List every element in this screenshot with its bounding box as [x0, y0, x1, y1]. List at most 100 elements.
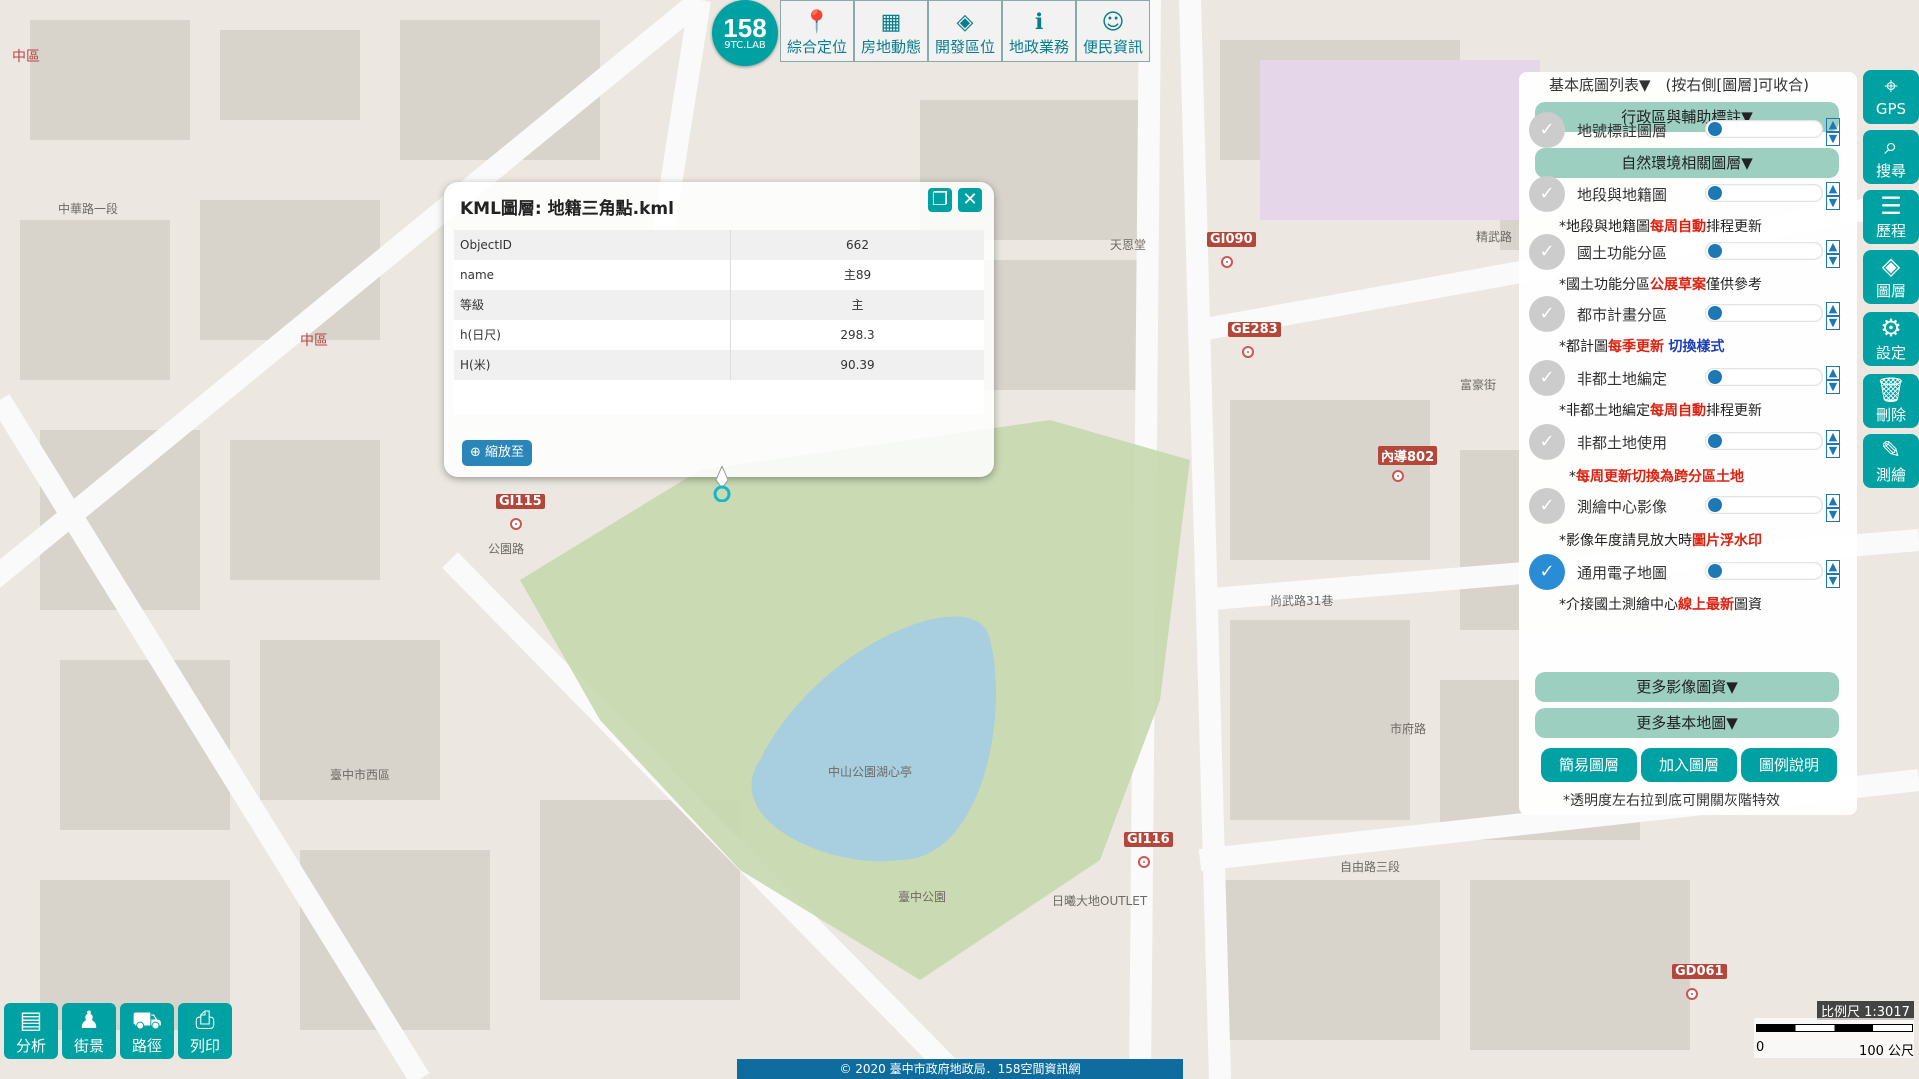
move-down-icon[interactable]: ▼ [1826, 196, 1840, 210]
slider-knob[interactable] [1708, 564, 1722, 578]
maximize-icon[interactable]: ❐ [928, 188, 952, 212]
move-up-icon[interactable]: ▲ [1826, 494, 1840, 508]
map-label: 中山公園湖心亭 [828, 765, 913, 779]
location-pin-icon[interactable] [712, 466, 732, 502]
control-point-icon[interactable] [1221, 256, 1233, 268]
section-more-base[interactable]: 更多基本地圖▼ [1535, 708, 1839, 738]
move-down-icon[interactable]: ▼ [1826, 444, 1840, 458]
order-arrows[interactable]: ▲▼ [1826, 302, 1849, 330]
order-arrows[interactable]: ▲▼ [1826, 182, 1849, 210]
logo[interactable]: 158 9TC.LAB [712, 0, 778, 66]
control-point-label[interactable]: GI116 [1124, 832, 1173, 847]
zoom-to-button[interactable]: ⊕ 縮放至 [462, 440, 533, 466]
slider-knob[interactable] [1708, 370, 1722, 384]
settings-button[interactable]: ⚙ 設定 [1863, 312, 1919, 366]
scale-bar: 0 100 公尺 [1754, 1018, 1914, 1059]
layer-checkbox[interactable]: ✓ [1529, 112, 1565, 148]
section-more-imagery[interactable]: 更多影像圖資▼ [1535, 672, 1839, 702]
order-arrows[interactable]: ▲▼ [1826, 560, 1849, 588]
delete-button[interactable]: 🗑 刪除 [1863, 374, 1919, 428]
layer-checkbox[interactable]: ✓ [1529, 554, 1565, 590]
opacity-slider[interactable] [1705, 368, 1823, 386]
move-up-icon[interactable]: ▲ [1826, 240, 1840, 254]
move-up-icon[interactable]: ▲ [1826, 302, 1840, 316]
move-up-icon[interactable]: ▲ [1826, 430, 1840, 444]
move-down-icon[interactable]: ▼ [1826, 380, 1840, 394]
slider-knob[interactable] [1708, 306, 1722, 320]
move-down-icon[interactable]: ▼ [1826, 508, 1840, 522]
layer-checkbox[interactable]: ✓ [1529, 360, 1565, 396]
move-down-icon[interactable]: ▼ [1826, 132, 1840, 146]
attr-value: 90.39 [840, 358, 875, 372]
opacity-slider[interactable] [1705, 432, 1823, 450]
layer-checkbox[interactable]: ✓ [1529, 488, 1565, 524]
slider-knob[interactable] [1708, 498, 1722, 512]
street-view-button[interactable]: ♟ 街景 [62, 1003, 116, 1059]
close-icon[interactable]: ✕ [958, 188, 982, 212]
order-arrows[interactable]: ▲▼ [1826, 366, 1849, 394]
control-point-label[interactable]: GI090 [1207, 232, 1256, 247]
layer-checkbox[interactable]: ✓ [1529, 176, 1565, 212]
control-point-label[interactable]: GI115 [496, 494, 545, 509]
move-up-icon[interactable]: ▲ [1826, 366, 1840, 380]
logo-subtitle: 9TC.LAB [724, 40, 766, 51]
order-arrows[interactable]: ▲▼ [1826, 430, 1849, 458]
move-down-icon[interactable]: ▼ [1826, 316, 1840, 330]
add-layer-button[interactable]: 加入圖層 [1641, 748, 1737, 782]
control-point-label[interactable]: GE283 [1228, 322, 1281, 337]
slider-knob[interactable] [1708, 122, 1722, 136]
note-highlight: 每周自動 [1650, 403, 1706, 419]
control-point-icon[interactable] [510, 518, 522, 530]
table-row: h(日尺) 298.3 [454, 320, 984, 350]
section-nature[interactable]: 自然環境相關圖層▼ [1535, 148, 1839, 178]
print-button[interactable]: ⎙ 列印 [178, 1003, 232, 1059]
real-estate-button[interactable]: ▦ 房地動態 [854, 0, 928, 62]
analysis-button[interactable]: ▤ 分析 [4, 1003, 58, 1059]
layer-checkbox[interactable]: ✓ [1529, 234, 1565, 270]
control-point-icon[interactable] [1686, 988, 1698, 1000]
note-highlight: 線上最新 [1678, 597, 1734, 613]
route-button[interactable]: ⛟ 路徑 [120, 1003, 174, 1059]
opacity-slider[interactable] [1705, 184, 1823, 202]
gps-button[interactable]: ⌖ GPS [1863, 70, 1919, 124]
move-up-icon[interactable]: ▲ [1826, 560, 1840, 574]
locate-button[interactable]: 📍 綜合定位 [780, 0, 854, 62]
opacity-slider[interactable] [1705, 562, 1823, 580]
control-point-label[interactable]: GD061 [1672, 964, 1727, 979]
opacity-slider[interactable] [1705, 242, 1823, 260]
move-up-icon[interactable]: ▲ [1826, 118, 1840, 132]
public-info-button[interactable]: ☺ 便民資訊 [1076, 0, 1150, 62]
slider-knob[interactable] [1708, 434, 1722, 448]
opacity-slider[interactable] [1705, 496, 1823, 514]
move-down-icon[interactable]: ▼ [1826, 254, 1840, 268]
move-up-icon[interactable]: ▲ [1826, 182, 1840, 196]
control-point-icon[interactable] [1242, 346, 1254, 358]
land-admin-button[interactable]: ℹ 地政業務 [1002, 0, 1076, 62]
control-point-label[interactable]: 內導802 [1378, 446, 1438, 465]
order-arrows[interactable]: ▲▼ [1826, 118, 1849, 146]
simple-layer-button[interactable]: 簡易圖層 [1541, 748, 1637, 782]
search-button[interactable]: ⌕ 搜尋 [1863, 130, 1919, 184]
layer-checkbox[interactable]: ✓ [1529, 296, 1565, 332]
order-arrows[interactable]: ▲▼ [1826, 240, 1849, 268]
attr-key: name [454, 260, 731, 290]
layer-checkbox[interactable]: ✓ [1529, 424, 1565, 460]
control-point-icon[interactable] [1138, 856, 1150, 868]
crosshair-icon: ⌖ [1884, 72, 1898, 100]
measure-button[interactable]: ✎ 測繪 [1863, 434, 1919, 488]
move-down-icon[interactable]: ▼ [1826, 574, 1840, 588]
layers-button[interactable]: ◈ 圖層 [1863, 250, 1919, 304]
control-point-icon[interactable] [1392, 470, 1404, 482]
opacity-slider[interactable] [1705, 120, 1823, 138]
history-button[interactable]: ☰ 歷程 [1863, 190, 1919, 244]
slider-knob[interactable] [1708, 244, 1722, 258]
development-button[interactable]: ◈ 開發區位 [928, 0, 1002, 62]
printer-icon: ⎙ [195, 1006, 215, 1034]
switch-zone-link[interactable]: 切換為跨分區土地 [1632, 469, 1744, 485]
legend-button[interactable]: 圖例說明 [1741, 748, 1837, 782]
order-arrows[interactable]: ▲▼ [1826, 494, 1849, 522]
slider-knob[interactable] [1708, 186, 1722, 200]
layer-row: ✓ 通用電子地圖 ▲▼ [1529, 554, 1849, 590]
switch-style-link[interactable]: 切換樣式 [1668, 339, 1724, 355]
opacity-slider[interactable] [1705, 304, 1823, 322]
